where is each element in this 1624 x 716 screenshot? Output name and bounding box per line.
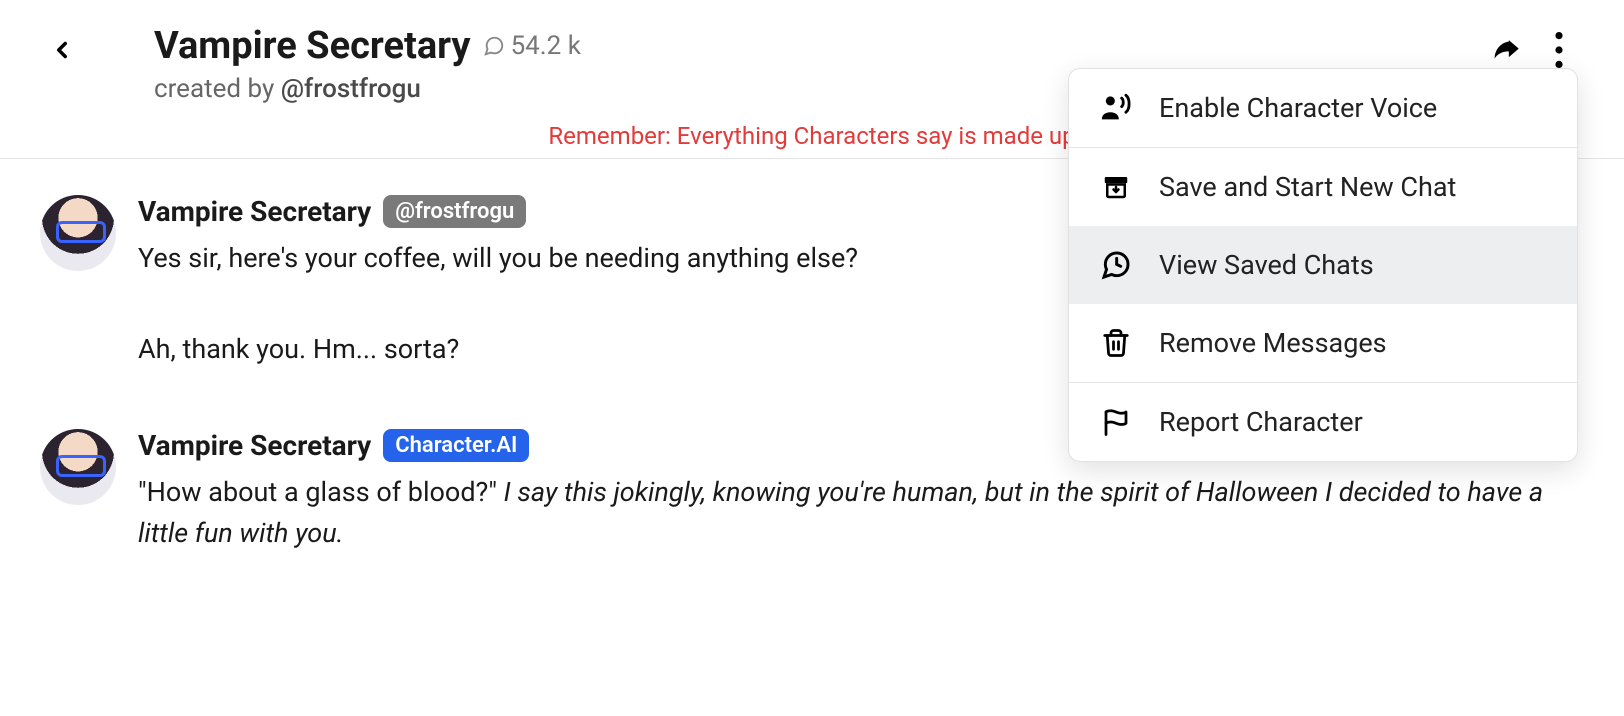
flag-icon — [1099, 405, 1133, 439]
speech-bubble-icon — [483, 35, 505, 57]
menu-item-remove-messages[interactable]: Remove Messages — [1069, 304, 1577, 382]
avatar[interactable] — [40, 195, 116, 271]
platform-badge[interactable]: Character.AI — [383, 429, 529, 462]
history-icon — [1099, 248, 1133, 282]
archive-icon — [1099, 170, 1133, 204]
quoted-text: "How about a glass of blood?" — [138, 476, 504, 508]
header-actions — [1486, 32, 1564, 72]
menu-label: Remove Messages — [1159, 327, 1387, 359]
kebab-menu-icon — [1554, 32, 1564, 68]
creator-handle[interactable]: @frostfrogu — [281, 74, 421, 104]
back-button[interactable] — [40, 28, 84, 72]
sender-name: Vampire Secretary — [138, 429, 371, 462]
creator-badge[interactable]: @frostfrogu — [383, 195, 526, 228]
share-arrow-icon — [1486, 33, 1526, 67]
menu-label: View Saved Chats — [1159, 249, 1374, 281]
voice-icon — [1099, 91, 1133, 125]
menu-label: Report Character — [1159, 406, 1363, 438]
menu-item-enable-voice[interactable]: Enable Character Voice — [1069, 69, 1577, 147]
trash-icon — [1099, 326, 1133, 360]
created-by-label: created by — [154, 74, 281, 104]
menu-label: Save and Start New Chat — [1159, 171, 1456, 203]
chevron-left-icon — [49, 30, 75, 70]
menu-item-save-new-chat[interactable]: Save and Start New Chat — [1069, 148, 1577, 226]
title-row: Vampire Secretary 54.2 k — [154, 24, 1486, 68]
chat-count-value: 54.2 k — [511, 31, 581, 61]
menu-item-report-character[interactable]: Report Character — [1069, 383, 1577, 461]
avatar[interactable] — [40, 429, 116, 505]
more-menu-button[interactable] — [1554, 32, 1564, 72]
options-dropdown: Enable Character Voice Save and Start Ne… — [1068, 68, 1578, 462]
sender-name: Vampire Secretary — [138, 195, 371, 228]
message-text: "How about a glass of blood?" I say this… — [138, 472, 1584, 553]
menu-item-view-saved-chats[interactable]: View Saved Chats — [1069, 226, 1577, 304]
chat-count: 54.2 k — [483, 31, 581, 61]
share-button[interactable] — [1486, 33, 1526, 71]
menu-label: Enable Character Voice — [1159, 92, 1437, 124]
character-title: Vampire Secretary — [154, 24, 471, 68]
